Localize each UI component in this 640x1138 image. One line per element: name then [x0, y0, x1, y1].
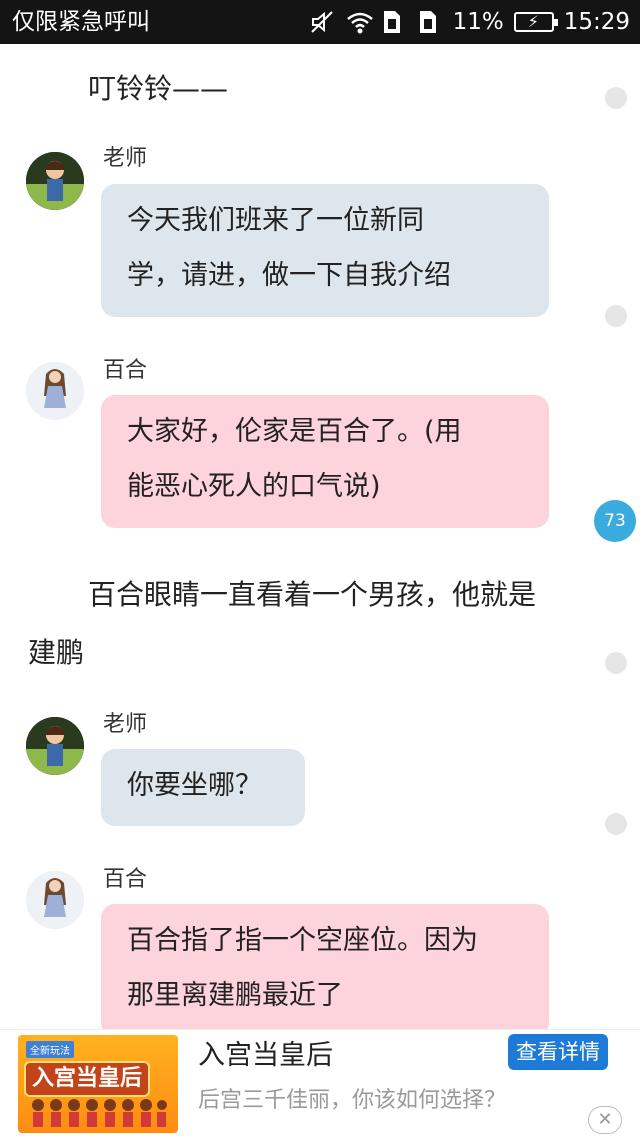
ad-image-tag: 全新玩法 [26, 1041, 74, 1058]
message-bubble: 今天我们班来了一位新同 学，请进，做一下自我介绍 [101, 184, 549, 317]
message-bubble: 百合指了指一个空座位。因为 那里离建鹏最近了 [101, 904, 549, 1029]
status-bar: 仅限紧急呼叫 11% ⚡ 15:29 [0, 0, 640, 44]
message-line: 今天我们班来了一位新同 [127, 205, 424, 236]
comment-dot[interactable] [605, 652, 627, 674]
ad-description: 后宫三千佳丽，你该如何选择？ [198, 1088, 507, 1113]
ad-characters-icon [32, 1099, 167, 1127]
sim2-icon [417, 9, 443, 35]
ad-banner[interactable]: 全新玩法 入宫当皇后 入宫当皇后 后宫三千佳丽，你该如何选择？ 查看详情 ✕ [0, 1029, 640, 1138]
message-line: 学，请进，做一下自我介绍 [127, 260, 451, 291]
mute-icon [309, 9, 335, 35]
ad-close-icon[interactable]: ✕ [588, 1106, 622, 1134]
ad-title[interactable]: 入宫当皇后 [198, 1038, 333, 1074]
carrier-status: 仅限紧急呼叫 [12, 9, 150, 35]
clock: 15:29 [563, 9, 630, 35]
narration-text: 百合眼睛一直看着一个男孩，他就是 [88, 578, 537, 611]
message-line: 那里离建鹏最近了 [127, 980, 343, 1011]
wifi-icon [345, 9, 373, 35]
comment-count-badge[interactable]: 73 [594, 500, 636, 542]
message-line: 你要坐哪？ [127, 770, 262, 801]
sender-name: 老师 [103, 712, 148, 737]
sender-name: 百合 [103, 867, 148, 892]
battery-icon: ⚡ [513, 12, 558, 32]
sender-name: 百合 [103, 358, 148, 383]
narration-text: 建鹏 [28, 636, 85, 669]
lily-avatar[interactable] [26, 362, 84, 420]
sim1-icon [381, 9, 407, 35]
comment-dot[interactable] [605, 87, 627, 109]
message-line: 大家好，伦家是百合了。(用 [127, 416, 462, 447]
sender-name: 老师 [103, 146, 148, 171]
battery-percent: 11% [452, 9, 504, 35]
message-bubble: 你要坐哪？ [101, 749, 305, 826]
message-bubble: 大家好，伦家是百合了。(用 能恶心死人的口气说) [101, 395, 549, 528]
comment-dot[interactable] [605, 813, 627, 835]
ad-image-logo: 入宫当皇后 [24, 1061, 151, 1097]
story-content[interactable]: 叮铃铃—— 老师 今天我们班来了一位新同 学，请进，做一下自我介绍 百合 大家好… [0, 44, 640, 1029]
narration-text: 叮铃铃—— [88, 72, 229, 105]
comment-dot[interactable] [605, 305, 627, 327]
message-line: 能恶心死人的口气说) [127, 471, 381, 502]
ad-image[interactable]: 全新玩法 入宫当皇后 [18, 1035, 178, 1133]
teacher-avatar[interactable] [26, 717, 84, 775]
lily-avatar[interactable] [26, 871, 84, 929]
ad-details-button[interactable]: 查看详情 [508, 1034, 608, 1070]
status-icons: 11% ⚡ 15:29 [309, 6, 630, 38]
message-line: 百合指了指一个空座位。因为 [127, 925, 478, 956]
teacher-avatar[interactable] [26, 152, 84, 210]
